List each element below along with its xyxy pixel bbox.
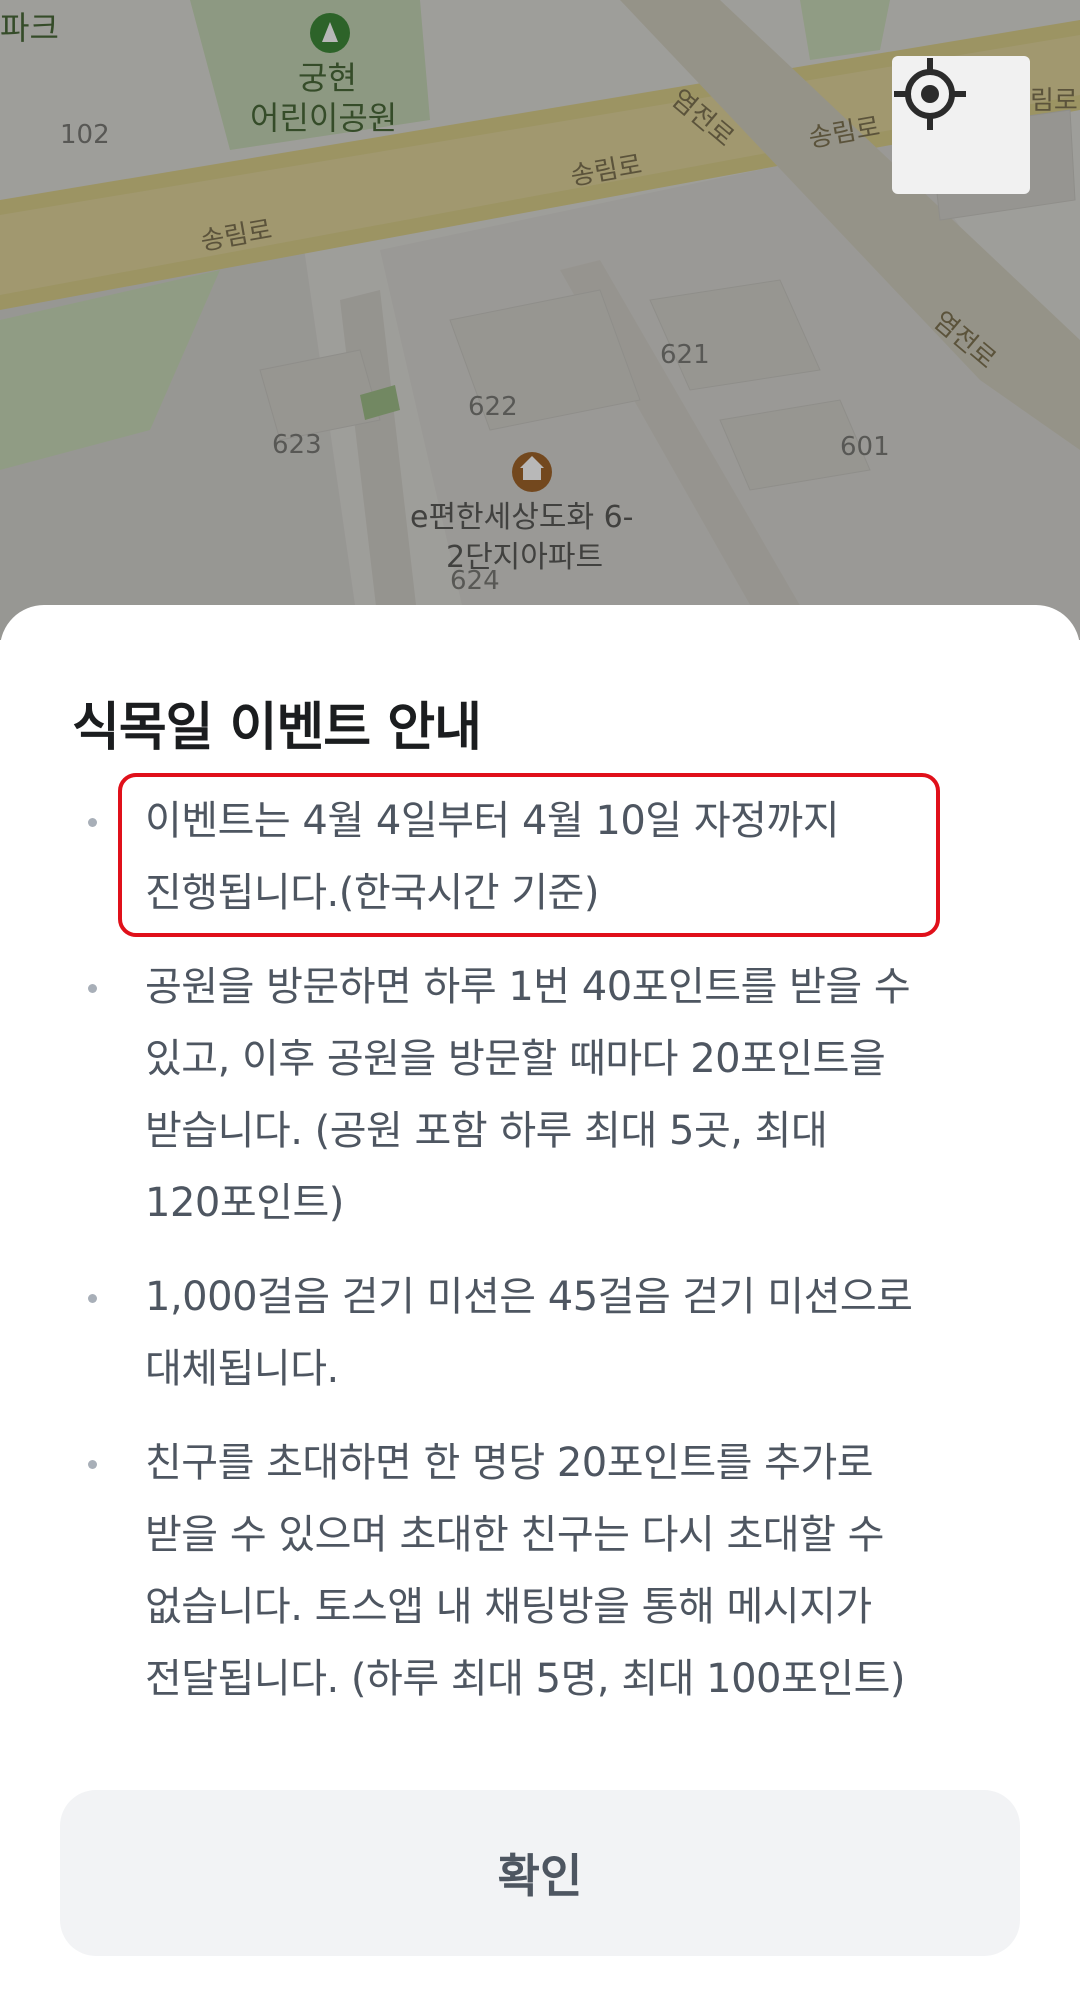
crosshair-icon xyxy=(894,58,966,130)
bullet-dot xyxy=(88,818,97,827)
rule-line: 받을 수 있으며 초대한 친구는 다시 초대할 수 xyxy=(145,1512,884,1558)
rule-line: 받습니다. (공원 포함 하루 최대 5곳, 최대 xyxy=(145,1108,828,1154)
bullet-dot xyxy=(88,984,97,993)
rule-line: 공원을 방문하면 하루 1번 40포인트를 받을 수 xyxy=(145,964,911,1010)
confirm-button[interactable]: 확인 xyxy=(60,1790,1020,1956)
bullet-dot xyxy=(88,1294,97,1303)
rule-line: 120포인트) xyxy=(145,1180,344,1226)
rule-line: 대체됩니다. xyxy=(145,1346,339,1392)
rule-line: 1,000걸음 걷기 미션은 45걸음 걷기 미션으로 xyxy=(145,1274,913,1320)
bullet-dot xyxy=(88,1460,97,1469)
rule-line: 있고, 이후 공원을 방문할 때마다 20포인트을 xyxy=(145,1036,886,1082)
rules-list: 이벤트는 4월 4일부터 4월 10일 자정까지 진행됩니다.(한국시간 기준)… xyxy=(0,773,1080,1737)
map-view[interactable]: 파크 궁현 어린이공원 102 송림로 송림로 송림로 염전로 염전로 림로 6… xyxy=(0,0,1080,640)
rule-item-period: 이벤트는 4월 4일부터 4월 10일 자정까지 진행됩니다.(한국시간 기준) xyxy=(0,773,1080,937)
event-info-sheet: 식목일 이벤트 안내 이벤트는 4월 4일부터 4월 10일 자정까지 진행됩니… xyxy=(0,605,1080,1989)
rule-line: 친구를 초대하면 한 명당 20포인트를 추가로 xyxy=(145,1440,874,1486)
current-location-button[interactable] xyxy=(892,56,1030,194)
rule-item-walking-mission: 1,000걸음 걷기 미션은 45걸음 걷기 미션으로 대체됩니다. xyxy=(0,1261,1080,1405)
rule-line: 없습니다. 토스앱 내 채팅방을 통해 메시지가 xyxy=(145,1584,872,1630)
rule-item-park-visit: 공원을 방문하면 하루 1번 40포인트를 받을 수 있고, 이후 공원을 방문… xyxy=(0,951,1080,1239)
rule-item-invite-friends: 친구를 초대하면 한 명당 20포인트를 추가로 받을 수 있으며 초대한 친구… xyxy=(0,1427,1080,1715)
sheet-title: 식목일 이벤트 안내 xyxy=(72,698,482,758)
rule-line: 전달됩니다. (하루 최대 5명, 최대 100포인트) xyxy=(145,1656,906,1702)
highlight-box xyxy=(118,773,940,937)
